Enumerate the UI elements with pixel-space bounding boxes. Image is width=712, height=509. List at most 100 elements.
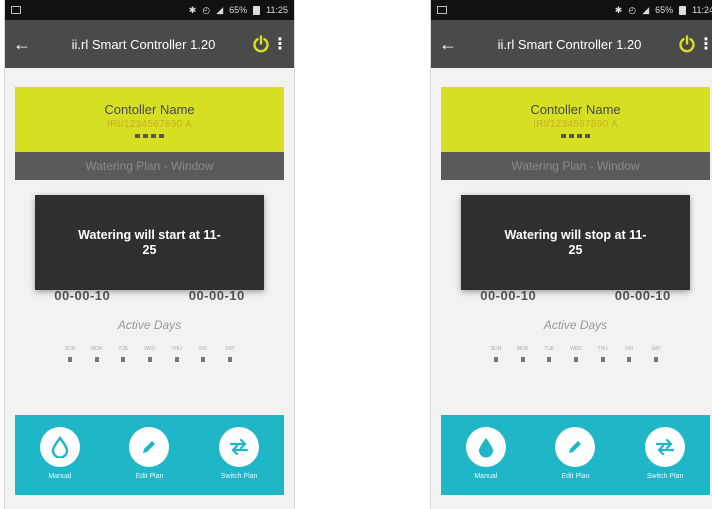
controller-status-icons	[135, 133, 164, 138]
app-title: ii.rl Smart Controller 1.20	[497, 36, 642, 52]
day-name: SUN	[64, 346, 76, 352]
manual-label: Manual	[48, 473, 72, 480]
status-bar: ✱ ◴ ◢ 65% 11:24	[431, 0, 712, 20]
signal-mini-icon	[143, 133, 148, 138]
battery-mini-icon	[561, 133, 566, 138]
switch-plan-button[interactable]: Switch Plan	[630, 427, 700, 480]
day-marker	[174, 357, 179, 362]
toast-text: Watering will start at 11-25	[78, 227, 221, 257]
manual-button[interactable]: Manual	[451, 427, 521, 480]
switch-plan-button[interactable]: Switch Plan	[204, 427, 274, 480]
toast-text: Watering will stop at 11-25	[504, 227, 647, 257]
day-name: MON	[516, 346, 529, 352]
controller-card: Contoller Name IRI/1234567890 A	[441, 87, 710, 152]
pencil-icon	[129, 427, 170, 467]
day-name: WED	[144, 346, 156, 352]
manual-button[interactable]: Manual	[25, 427, 95, 480]
swap-arrows-icon	[645, 427, 686, 467]
toast-message: Watering will start at 11-25	[35, 195, 264, 290]
day-marker	[547, 357, 552, 362]
phone-screen-left: ✱ ◴ ◢ 65% 11:25 ← ii.rl Smart Controller…	[4, 0, 295, 509]
day-item: WED	[140, 346, 160, 362]
day-item: SUN	[60, 346, 80, 362]
toast-message: Watering will stop at 11-25	[461, 195, 690, 290]
pencil-icon	[555, 427, 596, 467]
plan-title: Watering Plan - Window	[85, 159, 214, 173]
day-marker	[520, 357, 525, 362]
signal-icon: ◢	[642, 4, 650, 15]
sensor-mini-icon	[577, 133, 582, 138]
day-marker	[573, 357, 578, 362]
day-marker	[227, 357, 232, 362]
day-marker	[147, 357, 152, 362]
water-drop-icon	[465, 427, 506, 467]
day-item: SUN	[486, 346, 506, 362]
overflow-menu-icon[interactable]: ⋮	[272, 34, 288, 54]
app-bar: ← ii.rl Smart Controller 1.20 ⋮	[431, 20, 712, 68]
active-days-label: Active Days	[543, 318, 608, 332]
sensor-mini-icon	[151, 133, 156, 138]
day-name: SAT	[225, 346, 235, 352]
battery-mini-icon	[135, 133, 140, 138]
day-item: FRI	[619, 346, 639, 362]
day-item: TUE	[113, 346, 133, 362]
day-name: FRI	[199, 346, 208, 352]
image-icon	[11, 6, 21, 14]
day-name: MON	[90, 346, 103, 352]
edit-plan-label: Edit Plan	[561, 473, 590, 480]
signal-icon: ◢	[216, 4, 224, 15]
battery-icon	[679, 5, 687, 15]
day-marker	[494, 357, 498, 362]
day-name: TUE	[118, 346, 129, 352]
status-bar: ✱ ◴ ◢ 65% 11:25	[5, 0, 294, 20]
day-item: TUE	[539, 346, 559, 362]
back-arrow-icon[interactable]: ←	[439, 34, 463, 55]
day-item: WED	[566, 346, 586, 362]
power-icon[interactable]	[676, 33, 698, 55]
plan-title: Watering Plan - Window	[511, 159, 640, 173]
alarm-icon: ◴	[628, 4, 637, 15]
controller-card: Contoller Name IRI/1234567890 A	[15, 87, 284, 152]
day-name: FRI	[625, 346, 634, 352]
battery-icon	[253, 5, 261, 15]
day-marker	[653, 357, 658, 362]
bottom-action-bar: Manual Edit Plan Switch Plan	[15, 415, 284, 495]
day-name: THU	[171, 346, 182, 352]
day-marker	[68, 357, 72, 362]
overflow-menu-icon[interactable]: ⋮	[698, 34, 712, 54]
edit-plan-button[interactable]: Edit Plan	[114, 427, 184, 480]
back-arrow-icon[interactable]: ←	[13, 34, 37, 55]
switch-plan-label: Switch Plan	[646, 473, 684, 480]
plan-title-bar: Watering Plan - Window	[441, 152, 710, 180]
controller-id: IRI/1234567890 A	[533, 118, 618, 130]
signal-mini-icon	[569, 133, 574, 138]
power-icon[interactable]	[250, 33, 272, 55]
image-icon	[437, 6, 447, 14]
water-drop-icon	[39, 427, 80, 467]
day-marker	[201, 357, 206, 362]
day-item: MON	[87, 346, 107, 362]
controller-name: Contoller Name	[530, 101, 621, 117]
day-item: THU	[167, 346, 187, 362]
swap-arrows-icon	[219, 427, 260, 467]
day-marker	[121, 357, 126, 362]
bottom-action-bar: Manual Edit Plan Switch Plan	[441, 415, 710, 495]
plan-title-bar: Watering Plan - Window	[15, 152, 284, 180]
controller-name: Contoller Name	[104, 101, 195, 117]
days-row: SUN MON TUE WED THU FRI SAT	[60, 346, 240, 362]
status-time: 11:25	[266, 5, 288, 15]
status-time: 11:24	[692, 5, 712, 15]
day-item: THU	[593, 346, 613, 362]
wifi-mini-icon	[585, 133, 590, 138]
day-name: TUE	[544, 346, 555, 352]
days-row: SUN MON TUE WED THU FRI SAT	[486, 346, 666, 362]
bluetooth-icon: ✱	[188, 4, 197, 15]
controller-id: IRI/1234567890 A	[107, 118, 192, 130]
day-item: SAT	[220, 346, 240, 362]
day-name: THU	[597, 346, 608, 352]
edit-plan-button[interactable]: Edit Plan	[540, 427, 610, 480]
app-bar: ← ii.rl Smart Controller 1.20 ⋮	[5, 20, 294, 68]
bluetooth-icon: ✱	[614, 4, 623, 15]
day-name: SAT	[651, 346, 661, 352]
edit-plan-label: Edit Plan	[135, 473, 164, 480]
